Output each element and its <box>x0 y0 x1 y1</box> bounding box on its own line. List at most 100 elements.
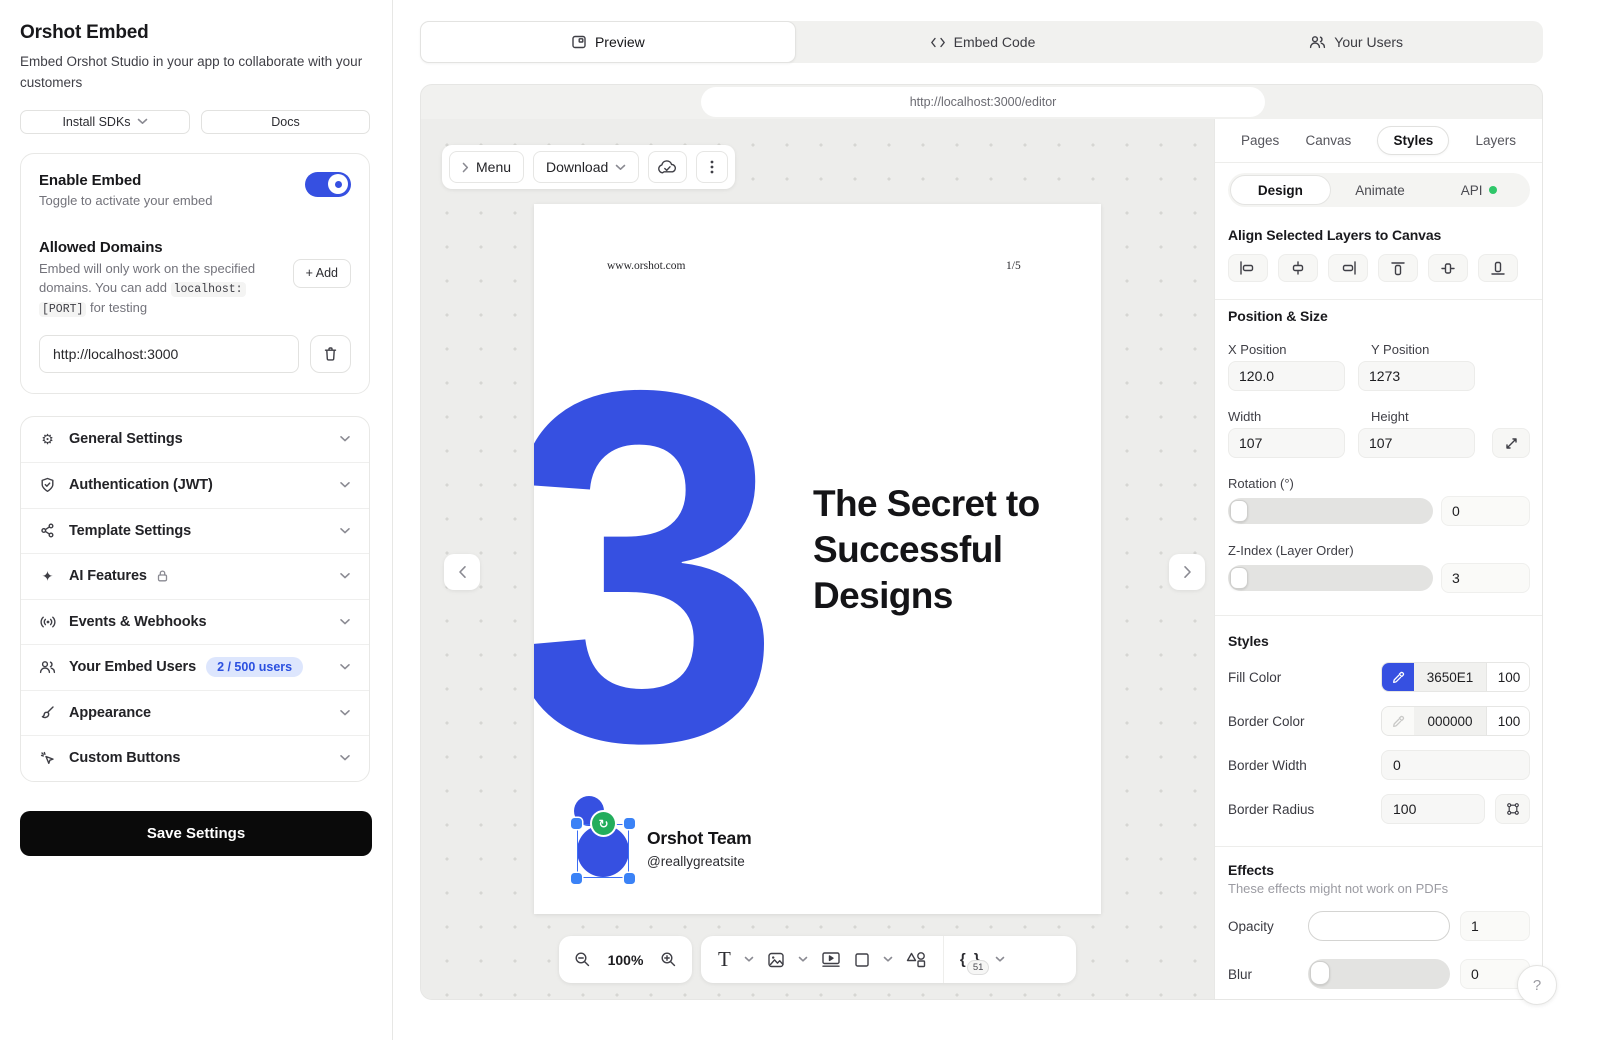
zoom-in-button[interactable] <box>660 951 677 968</box>
accordion-label: AI Features <box>69 568 147 584</box>
delete-domain-button[interactable] <box>310 335 351 373</box>
align-bottom-button[interactable] <box>1478 254 1518 282</box>
tab-preview[interactable]: Preview <box>420 21 796 63</box>
desc-text-after: for testing <box>86 300 147 315</box>
tab-embed-code[interactable]: Embed Code <box>796 21 1170 63</box>
y-position-input[interactable] <box>1358 361 1475 391</box>
accordion-label: Authentication (JWT) <box>69 477 213 493</box>
border-width-input[interactable] <box>1381 750 1530 780</box>
blur-slider-knob[interactable] <box>1310 961 1330 985</box>
domain-input[interactable] <box>39 335 299 373</box>
chevron-left-icon <box>458 565 467 579</box>
text-tool-button[interactable]: T <box>718 949 731 970</box>
help-button[interactable]: ? <box>1517 965 1557 1005</box>
video-tool-button[interactable] <box>821 951 841 968</box>
accordion-appearance[interactable]: Appearance <box>21 690 369 736</box>
editor-region: Menu Download www.orshot.com <box>421 119 1542 999</box>
accordion-your-embed-users[interactable]: Your Embed Users 2 / 500 users <box>21 644 369 690</box>
corner-radius-button[interactable] <box>1495 794 1530 824</box>
opacity-input[interactable] <box>1460 911 1530 941</box>
resize-handle-top-left[interactable] <box>571 818 582 829</box>
docs-button[interactable]: Docs <box>201 110 370 134</box>
elements-tool-button[interactable] <box>906 951 927 968</box>
enable-embed-toggle[interactable] <box>305 172 351 197</box>
zindex-input[interactable] <box>1441 563 1530 593</box>
install-sdks-button[interactable]: Install SDKs <box>20 110 190 134</box>
chevron-down-icon <box>339 618 351 626</box>
tab-your-users[interactable]: Your Users <box>1169 21 1543 63</box>
rotation-input[interactable] <box>1441 496 1530 526</box>
menu-button[interactable]: Menu <box>449 151 524 183</box>
code-port: [PORT] <box>39 302 86 317</box>
blur-slider[interactable] <box>1308 959 1450 989</box>
zoom-out-button[interactable] <box>574 951 591 968</box>
fill-opacity-input[interactable] <box>1486 663 1530 691</box>
chevron-down-icon[interactable] <box>798 956 808 963</box>
divider <box>1215 615 1542 616</box>
panel-tab-layers[interactable]: Layers <box>1475 133 1516 148</box>
align-right-button[interactable] <box>1328 254 1368 282</box>
panel-tab-pages[interactable]: Pages <box>1241 133 1279 148</box>
sync-status-button[interactable] <box>648 151 687 183</box>
fill-hex-input[interactable] <box>1414 663 1486 691</box>
chevron-right-icon <box>462 162 469 173</box>
chevron-down-icon[interactable] <box>744 956 754 963</box>
add-domain-button[interactable]: + Add <box>293 259 351 288</box>
url-row: http://localhost:3000/editor <box>421 85 1542 119</box>
allowed-domains-title: Allowed Domains <box>39 239 351 256</box>
trash-icon <box>323 346 338 362</box>
border-eyedropper-button[interactable] <box>1382 707 1414 735</box>
resize-handle-bottom-left[interactable] <box>571 873 582 884</box>
border-radius-input[interactable] <box>1381 794 1485 824</box>
image-icon <box>767 951 785 969</box>
opacity-slider[interactable] <box>1308 911 1450 941</box>
image-tool-button[interactable] <box>767 951 785 969</box>
accordion-ai-features[interactable]: ✦ AI Features <box>21 553 369 599</box>
next-page-button[interactable] <box>1169 554 1205 590</box>
rotation-slider[interactable] <box>1228 498 1433 524</box>
x-position-input[interactable] <box>1228 361 1345 391</box>
sparkles-icon: ✦ <box>39 569 56 583</box>
panel-tab-canvas[interactable]: Canvas <box>1305 133 1351 148</box>
chevron-down-icon[interactable] <box>883 956 893 963</box>
rotate-handle[interactable]: ↻ <box>592 812 615 835</box>
effects-section-title: Effects <box>1228 862 1530 878</box>
accordion-authentication[interactable]: Authentication (JWT) <box>21 462 369 508</box>
subtab-design[interactable]: Design <box>1230 175 1331 205</box>
height-input[interactable] <box>1358 428 1475 458</box>
chevron-down-icon[interactable] <box>995 956 1005 963</box>
zoom-level[interactable]: 100% <box>608 952 644 968</box>
border-opacity-input[interactable] <box>1486 707 1530 735</box>
fill-eyedropper-button[interactable] <box>1382 663 1414 691</box>
zindex-slider[interactable] <box>1228 565 1433 591</box>
accordion-general-settings[interactable]: ⚙ General Settings <box>21 417 369 463</box>
align-center-horizontal-button[interactable] <box>1278 254 1318 282</box>
users-icon <box>1309 35 1326 49</box>
variables-tool-button[interactable]: { }51 <box>960 951 982 968</box>
accordion-custom-buttons[interactable]: Custom Buttons <box>21 735 369 781</box>
resize-handle-top-right[interactable] <box>624 818 635 829</box>
previous-page-button[interactable] <box>444 554 480 590</box>
resize-handle-bottom-right[interactable] <box>624 873 635 884</box>
accordion-template-settings[interactable]: Template Settings <box>21 508 369 554</box>
download-button[interactable]: Download <box>533 151 639 183</box>
shape-tool-button[interactable] <box>854 952 870 968</box>
panel-tab-styles[interactable]: Styles <box>1377 126 1449 155</box>
chevron-down-icon <box>339 663 351 671</box>
rotation-label: Rotation (°) <box>1228 476 1294 491</box>
save-settings-button[interactable]: Save Settings <box>20 811 372 856</box>
align-top-button[interactable] <box>1378 254 1418 282</box>
subtab-api[interactable]: API <box>1429 175 1528 205</box>
rotation-slider-knob[interactable] <box>1230 500 1248 522</box>
lock-aspect-ratio-button[interactable] <box>1492 428 1530 458</box>
border-hex-input[interactable] <box>1414 707 1486 735</box>
accordion-events-webhooks[interactable]: Events & Webhooks <box>21 599 369 645</box>
styles-section-title: Styles <box>1228 633 1530 649</box>
align-left-button[interactable] <box>1228 254 1268 282</box>
more-options-button[interactable] <box>696 151 728 183</box>
zindex-slider-knob[interactable] <box>1230 567 1248 589</box>
align-center-vertical-button[interactable] <box>1428 254 1468 282</box>
design-canvas-page[interactable]: www.orshot.com 1/5 3 The Secret to Succe… <box>534 204 1101 914</box>
subtab-animate[interactable]: Animate <box>1331 175 1430 205</box>
width-input[interactable] <box>1228 428 1345 458</box>
